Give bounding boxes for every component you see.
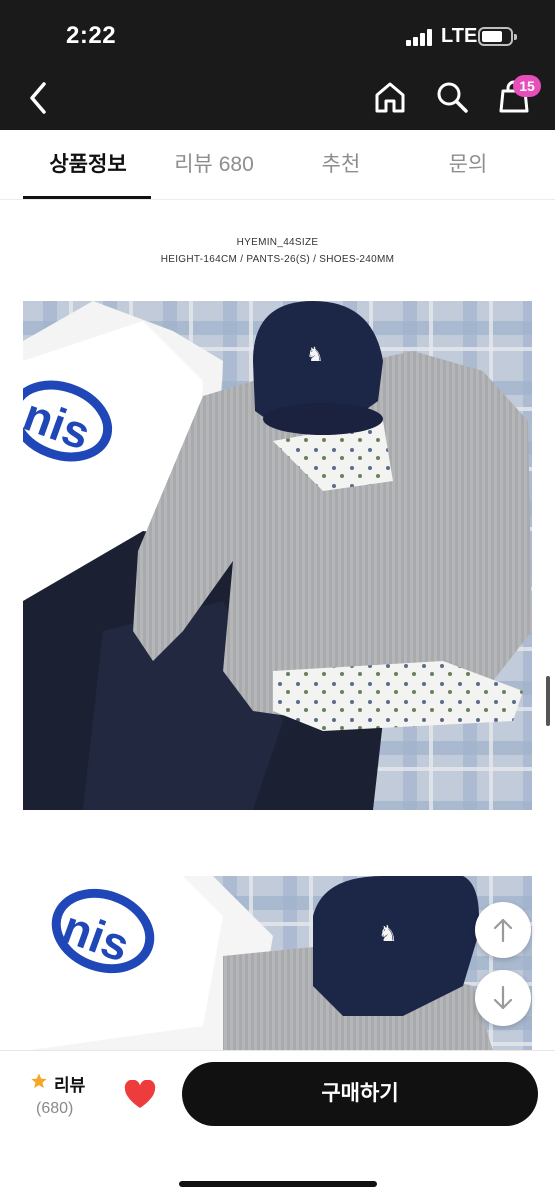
scroll-down-button[interactable] bbox=[475, 970, 531, 1026]
active-tab-indicator bbox=[23, 196, 151, 199]
review-label[interactable]: 리뷰 bbox=[54, 1071, 85, 1096]
product-detail-screen: 2:22 LTE 15 상품정보 리뷰 680 추천 문의 HYEMIN_44S… bbox=[0, 0, 555, 1200]
product-tabs: 상품정보 리뷰 680 추천 문의 bbox=[0, 130, 555, 200]
home-button[interactable] bbox=[373, 80, 407, 114]
status-time: 2:22 bbox=[66, 22, 117, 49]
wishlist-button[interactable] bbox=[124, 1079, 156, 1109]
home-icon bbox=[375, 82, 405, 113]
review-count: (680) bbox=[36, 1100, 74, 1117]
star-icon bbox=[31, 1073, 47, 1088]
arrow-up-icon bbox=[493, 918, 513, 943]
cart-count-badge: 15 bbox=[513, 75, 541, 97]
product-photo: nis ♞ bbox=[23, 301, 532, 810]
arrow-down-icon bbox=[493, 985, 513, 1010]
tab-inquiry[interactable]: 문의 bbox=[403, 130, 533, 200]
scroll-indicator[interactable] bbox=[546, 676, 550, 726]
network-label: LTE bbox=[441, 25, 478, 47]
scroll-up-button[interactable] bbox=[475, 902, 531, 958]
battery-icon bbox=[478, 27, 517, 46]
home-indicator bbox=[179, 1181, 377, 1187]
model-measurements: HEIGHT-164CM / PANTS-26(S) / SHOES-240MM bbox=[160, 254, 395, 265]
chevron-left-icon bbox=[30, 82, 46, 114]
svg-text:♞: ♞ bbox=[378, 922, 398, 947]
tab-recommended[interactable]: 추천 bbox=[276, 130, 406, 200]
svg-text:♞: ♞ bbox=[306, 342, 324, 366]
model-size-info: HYEMIN_44SIZE HEIGHT-164CM / PANTS-26(S)… bbox=[0, 234, 555, 268]
tab-reviews[interactable]: 리뷰 680 bbox=[149, 130, 279, 200]
top-bar: 2:22 LTE 15 bbox=[0, 0, 555, 130]
product-photo: nis ♞ bbox=[23, 876, 532, 1051]
signal-icon bbox=[406, 28, 436, 46]
buy-button[interactable]: 구매하기 bbox=[182, 1062, 538, 1126]
search-icon bbox=[437, 82, 468, 113]
search-button[interactable] bbox=[435, 80, 469, 114]
back-button[interactable] bbox=[24, 78, 54, 118]
heart-icon bbox=[124, 1079, 156, 1108]
tab-product-info[interactable]: 상품정보 bbox=[23, 130, 153, 200]
model-name: HYEMIN_44SIZE bbox=[236, 237, 319, 248]
